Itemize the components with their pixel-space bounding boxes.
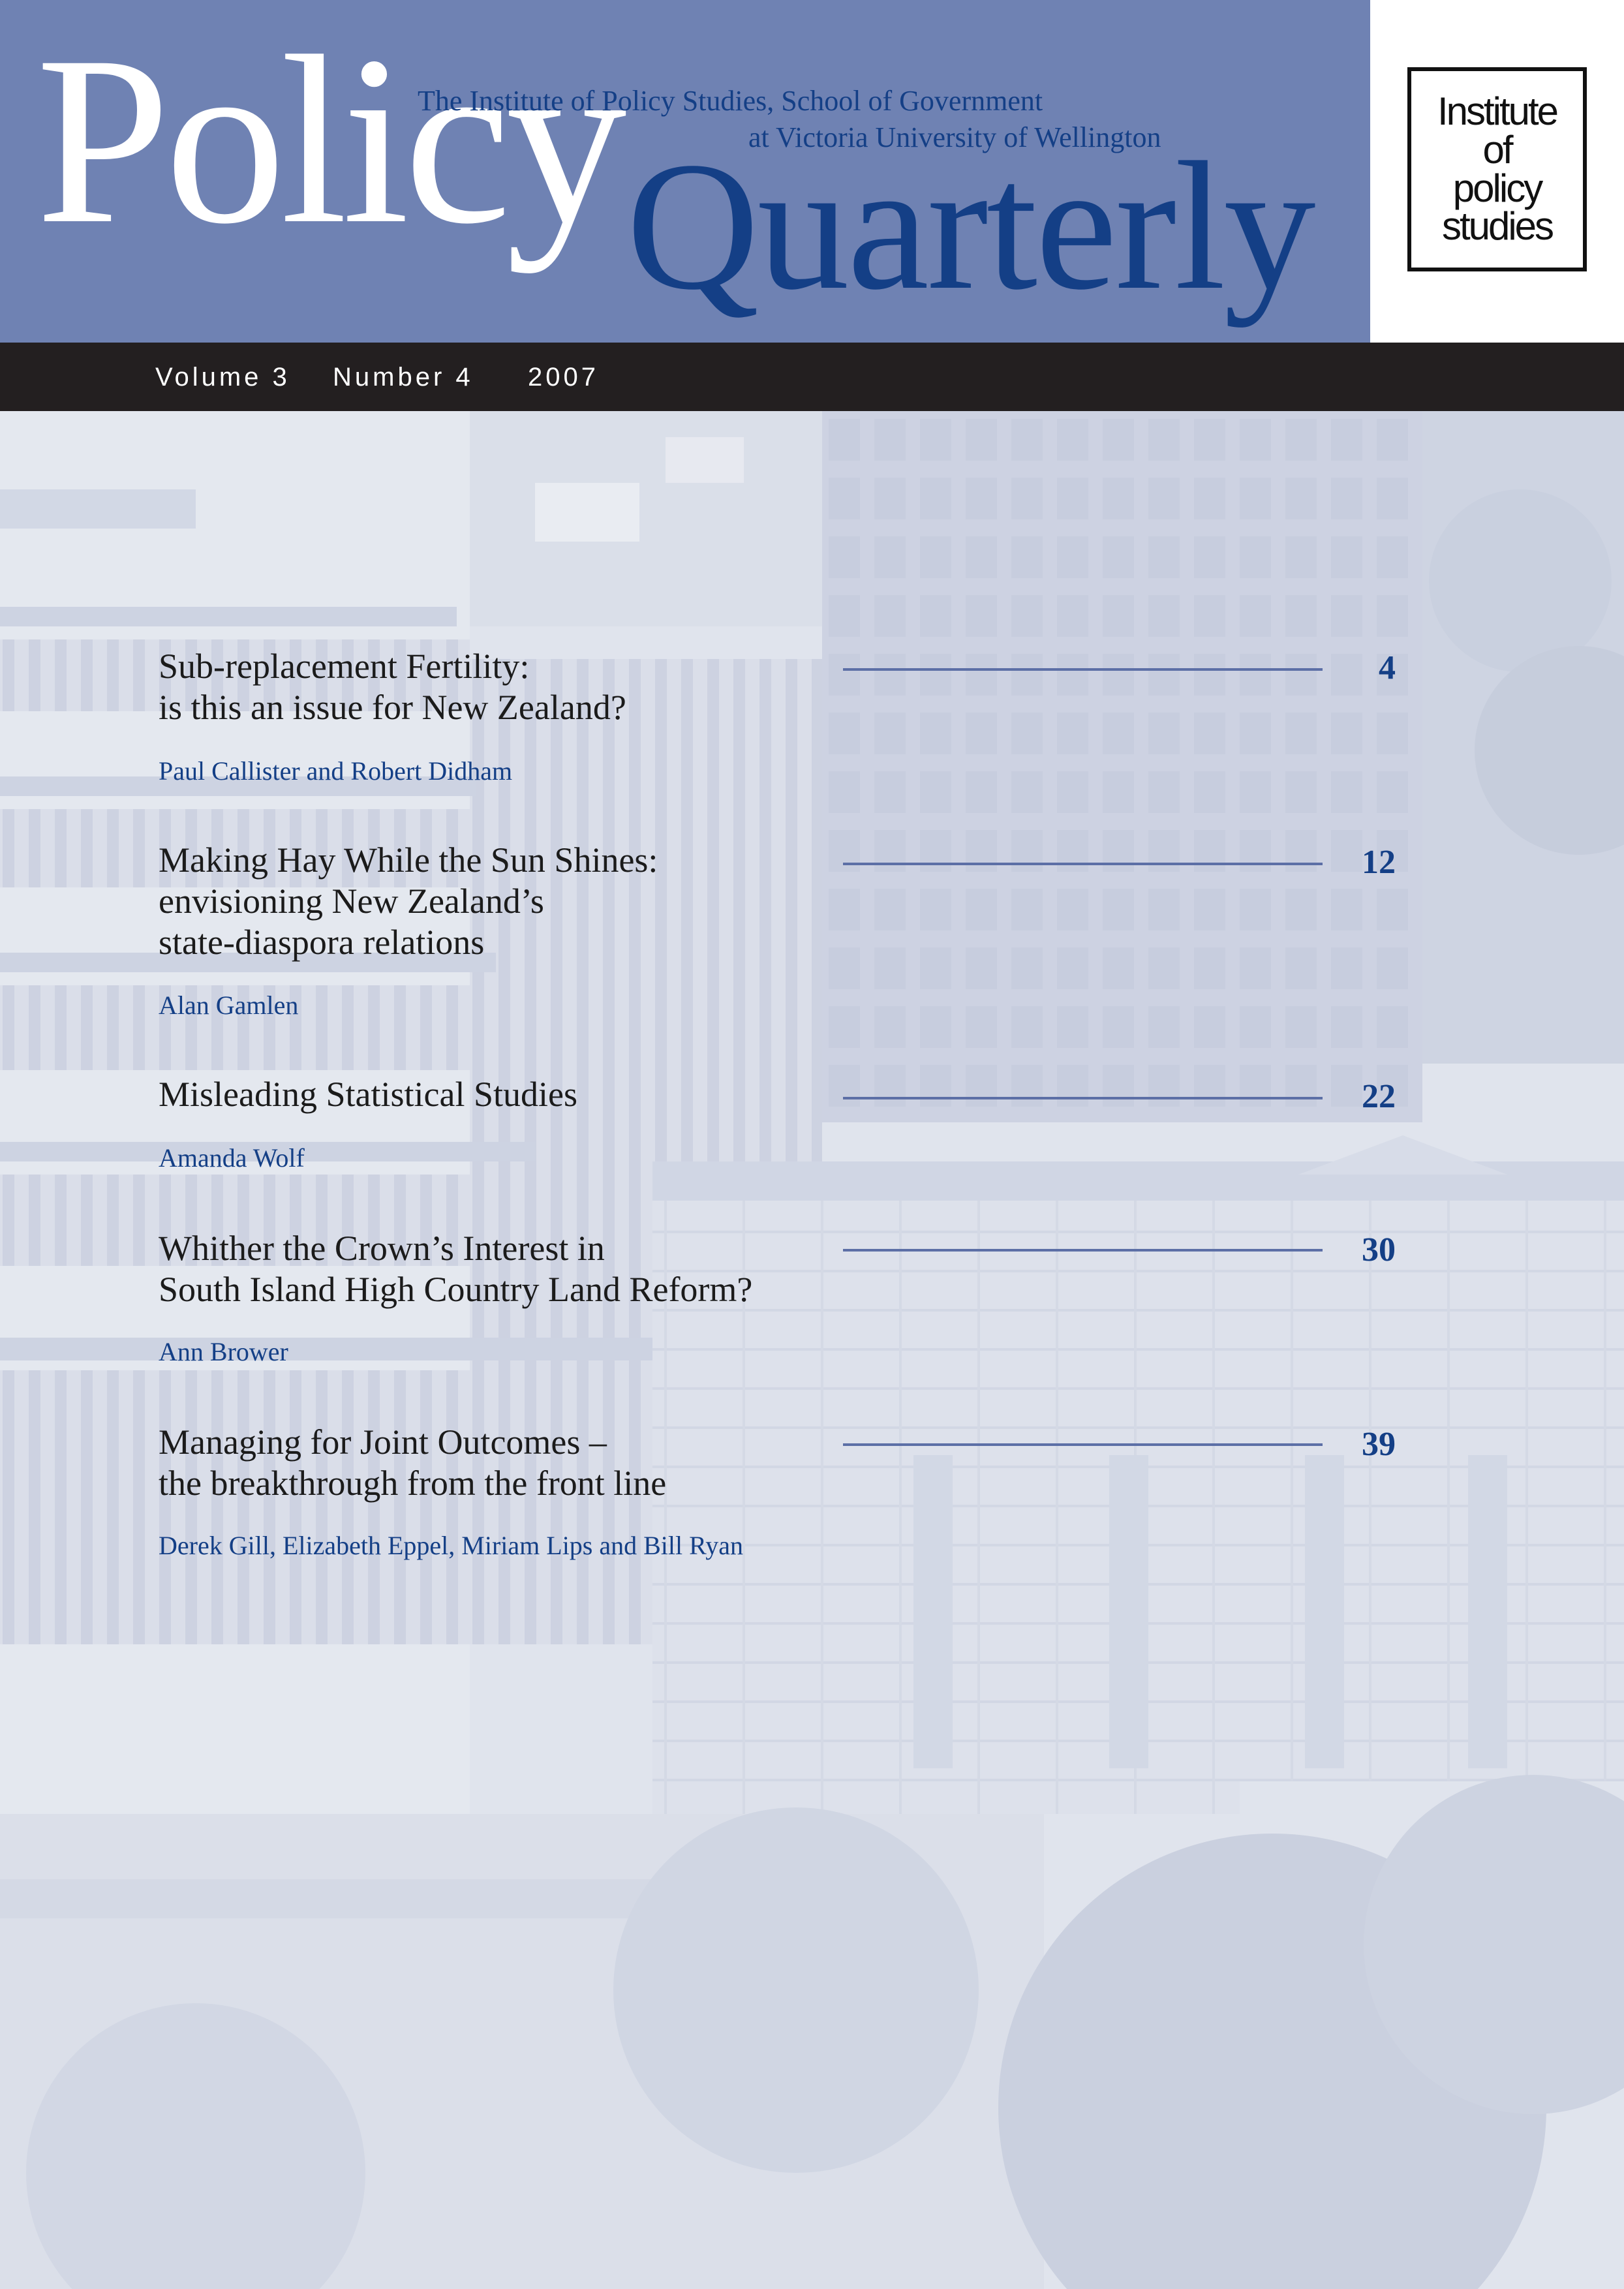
masthead: Policy The Institute of Policy Studies, … [0, 0, 1370, 343]
article-title: Managing for Joint Outcomes – the breakt… [159, 1422, 666, 1504]
title-line: the breakthrough from the front line [159, 1464, 667, 1503]
article-authors: Derek Gill, Elizabeth Eppel, Miriam Lips… [159, 1531, 743, 1560]
page-number: 30 [1362, 1231, 1396, 1268]
title-line: Misleading Statistical Studies [159, 1075, 577, 1114]
leader-rule [843, 1443, 1323, 1446]
logo-line: studies [1441, 204, 1554, 249]
article-title: Making Hay While the Sun Shines: envisio… [159, 840, 658, 963]
issue-year: 2007 [528, 363, 599, 392]
page-number: 12 [1362, 844, 1396, 881]
title-line: is this an issue for New Zealand? [159, 688, 626, 727]
leader-rule [843, 1097, 1323, 1099]
article-authors: Alan Gamlen [159, 991, 299, 1020]
issue-volume: Volume 3 [155, 363, 290, 392]
title-quarterly: Quarterly [626, 124, 1315, 328]
title-line: Whither the Crown’s Interest in [159, 1229, 605, 1268]
article-title: Sub-replacement Fertility: is this an is… [159, 646, 626, 728]
article-title: Whither the Crown’s Interest in South Is… [159, 1228, 752, 1310]
title-line: envisioning New Zealand’s [159, 882, 544, 921]
tagline-line-1: The Institute of Policy Studies, School … [418, 85, 1043, 117]
article-title: Misleading Statistical Studies [159, 1074, 577, 1115]
logo-line: policy [1452, 166, 1543, 210]
article-authors: Paul Callister and Robert Didham [159, 756, 513, 786]
leader-rule [843, 668, 1323, 671]
logo-line: Institute [1437, 89, 1559, 133]
page-number: 4 [1379, 649, 1396, 686]
title-line: Sub-replacement Fertility: [159, 647, 530, 686]
title-line: Making Hay While the Sun Shines: [159, 840, 658, 880]
title-line: South Island High Country Land Reform? [159, 1270, 753, 1309]
leader-rule [843, 1249, 1323, 1252]
title-line: state-diaspora relations [159, 923, 485, 962]
title-policy: Policy [36, 7, 627, 274]
article-authors: Ann Brower [159, 1337, 288, 1366]
institute-logo: Institute of policy studies [1407, 67, 1587, 271]
leader-rule [843, 863, 1323, 865]
logo-line: of [1482, 127, 1513, 172]
title-line: Managing for Joint Outcomes – [159, 1422, 607, 1462]
article-authors: Amanda Wolf [159, 1143, 305, 1173]
page-number: 22 [1362, 1078, 1396, 1115]
issue-number: Number 4 [333, 363, 474, 392]
page-number: 39 [1362, 1426, 1396, 1463]
